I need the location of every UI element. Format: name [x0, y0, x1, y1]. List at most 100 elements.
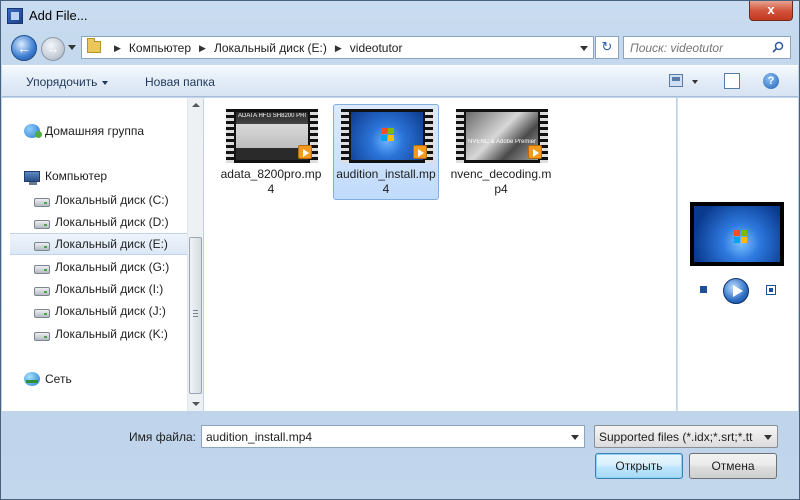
back-button[interactable]: ← [11, 35, 37, 61]
sidebar-item-label: Домашняя группа [45, 124, 145, 138]
search-input[interactable] [630, 38, 768, 58]
sidebar-item-drive-c[interactable]: Локальный диск (C:) [34, 189, 187, 211]
breadcrumb-computer[interactable]: Компьютер [129, 41, 191, 55]
grip-icon [193, 310, 198, 317]
change-view-icon[interactable] [669, 74, 683, 87]
navigation-row: ← → ▶ Компьютер ▶ Локальный диск (E:) ▶ … [1, 33, 799, 61]
file-name: adata_8200pro.mp4 [220, 167, 322, 196]
sidebar-item-drive-i[interactable]: Локальный диск (I:) [34, 278, 187, 300]
chevron-down-icon [102, 80, 109, 85]
computer-icon [24, 170, 40, 185]
preview-video [690, 202, 784, 266]
breadcrumb: ▶ Компьютер ▶ Локальный диск (E:) ▶ vide… [106, 41, 402, 55]
play-badge-icon [528, 145, 542, 159]
file-name: nvenc_decoding.mp4 [450, 167, 552, 196]
search-box[interactable] [623, 36, 791, 59]
preview-frame [694, 206, 780, 262]
breadcrumb-separator-icon[interactable]: ▶ [335, 43, 342, 54]
stop-icon[interactable] [700, 286, 707, 293]
sidebar-item-label: Локальный диск (K:) [55, 327, 168, 341]
film-strip-icon [226, 109, 234, 163]
app-icon [7, 8, 23, 24]
file-item-adata[interactable]: ADATA HFG SH8200 PRO adata_8200pro.mp4 [218, 104, 324, 200]
organize-menu[interactable]: Упорядочить [26, 75, 109, 89]
fullscreen-icon[interactable] [766, 285, 776, 295]
sidebar-item-label: Локальный диск (E:) [55, 237, 168, 251]
sidebar-item-network[interactable]: Сеть [24, 368, 209, 390]
sidebar-item-computer[interactable]: Компьютер [24, 165, 209, 187]
play-badge-icon [413, 145, 427, 159]
chevron-down-icon[interactable] [571, 435, 579, 440]
scroll-down-icon[interactable] [192, 402, 200, 406]
file-type-value: Supported files (*.idx;*.srt;*.tt [599, 430, 753, 444]
title-bar[interactable]: Add File... x [1, 1, 799, 31]
video-thumbnail: ADATA HFG SH8200 PRO [226, 109, 318, 163]
recent-locations-dropdown-icon[interactable] [68, 45, 76, 50]
homegroup-icon [24, 124, 42, 138]
sidebar-item-label: Локальный диск (G:) [55, 260, 170, 274]
navigation-scrollbar[interactable] [187, 98, 203, 411]
sidebar-item-label: Локальный диск (D:) [55, 215, 169, 229]
search-icon[interactable] [772, 41, 784, 53]
breadcrumb-separator-icon[interactable]: ▶ [199, 43, 206, 54]
add-file-dialog: Add File... x ← → ▶ Компьютер ▶ Локальны… [0, 0, 800, 500]
play-button-icon[interactable] [723, 278, 749, 304]
filename-combobox[interactable] [201, 425, 585, 448]
video-thumbnail: NVENC & Adobe Premiere [456, 109, 548, 163]
thumbnail-caption: ADATA HFG SH8200 PRO [238, 113, 306, 119]
sidebar-item-label: Локальный диск (I:) [55, 282, 164, 296]
thumbnail-caption: NVENC & Adobe Premiere [468, 139, 536, 145]
view-options-dropdown-icon[interactable] [692, 80, 698, 84]
preview-pane [677, 98, 798, 411]
open-button[interactable]: Открыть [595, 453, 683, 479]
sidebar-item-drive-d[interactable]: Локальный диск (D:) [34, 211, 187, 233]
play-badge-icon [298, 145, 312, 159]
close-button[interactable]: x [749, 1, 793, 21]
breadcrumb-drive-e[interactable]: Локальный диск (E:) [214, 41, 327, 55]
sidebar-item-label: Локальный диск (J:) [55, 304, 166, 318]
filename-input[interactable] [206, 427, 566, 447]
sidebar-item-label: Сеть [45, 372, 72, 386]
media-controls [690, 278, 784, 304]
sidebar-item-label: Локальный диск (C:) [55, 193, 169, 207]
window-title: Add File... [29, 8, 88, 23]
sidebar-item-drive-e[interactable]: Локальный диск (E:) [10, 233, 187, 255]
preview-pane-toggle-icon[interactable] [724, 73, 740, 89]
drive-icon [34, 331, 50, 341]
chevron-down-icon[interactable] [764, 435, 772, 440]
address-bar[interactable]: ▶ Компьютер ▶ Локальный диск (E:) ▶ vide… [81, 36, 594, 59]
folder-icon [87, 38, 101, 53]
sidebar-item-drive-g[interactable]: Локальный диск (G:) [34, 256, 187, 278]
scrollbar-thumb[interactable] [189, 237, 202, 394]
sidebar-item-drive-j[interactable]: Локальный диск (J:) [34, 300, 187, 322]
refresh-button[interactable]: ↻ [595, 36, 619, 59]
forward-button[interactable]: → [41, 37, 65, 61]
organize-label: Упорядочить [26, 75, 98, 89]
drive-icon [34, 241, 50, 251]
breadcrumb-separator-icon[interactable]: ▶ [114, 43, 121, 54]
address-dropdown-icon[interactable] [580, 46, 588, 51]
drive-icon [34, 219, 50, 229]
drive-icon [34, 308, 50, 318]
file-item-nvenc[interactable]: NVENC & Adobe Premiere nvenc_decoding.mp… [448, 104, 554, 200]
help-icon[interactable]: ? [763, 73, 779, 89]
file-item-audition[interactable]: audition_install.mp4 [333, 104, 439, 200]
sidebar-item-label: Компьютер [45, 169, 108, 183]
film-strip-icon [341, 109, 349, 163]
navigation-pane: Домашняя группа Компьютер Локальный диск… [2, 98, 203, 411]
sidebar-item-drive-k[interactable]: Локальный диск (K:) [34, 323, 187, 345]
network-icon [24, 372, 40, 386]
drive-icon [34, 197, 50, 207]
filename-label: Имя файла: [129, 430, 196, 444]
cancel-button[interactable]: Отмена [689, 453, 777, 479]
film-strip-icon [456, 109, 464, 163]
sidebar-item-homegroup[interactable]: Домашняя группа [24, 120, 209, 142]
file-list: ADATA HFG SH8200 PRO adata_8200pro.mp4 a… [204, 98, 676, 411]
video-thumbnail [341, 109, 433, 163]
breadcrumb-videotutor[interactable]: videotutor [350, 41, 403, 55]
scroll-up-icon[interactable] [192, 103, 200, 107]
new-folder-button[interactable]: Новая папка [145, 75, 215, 89]
file-type-select[interactable]: Supported files (*.idx;*.srt;*.tt [594, 425, 778, 448]
windows-logo-icon [734, 230, 747, 243]
drive-icon [34, 286, 50, 296]
